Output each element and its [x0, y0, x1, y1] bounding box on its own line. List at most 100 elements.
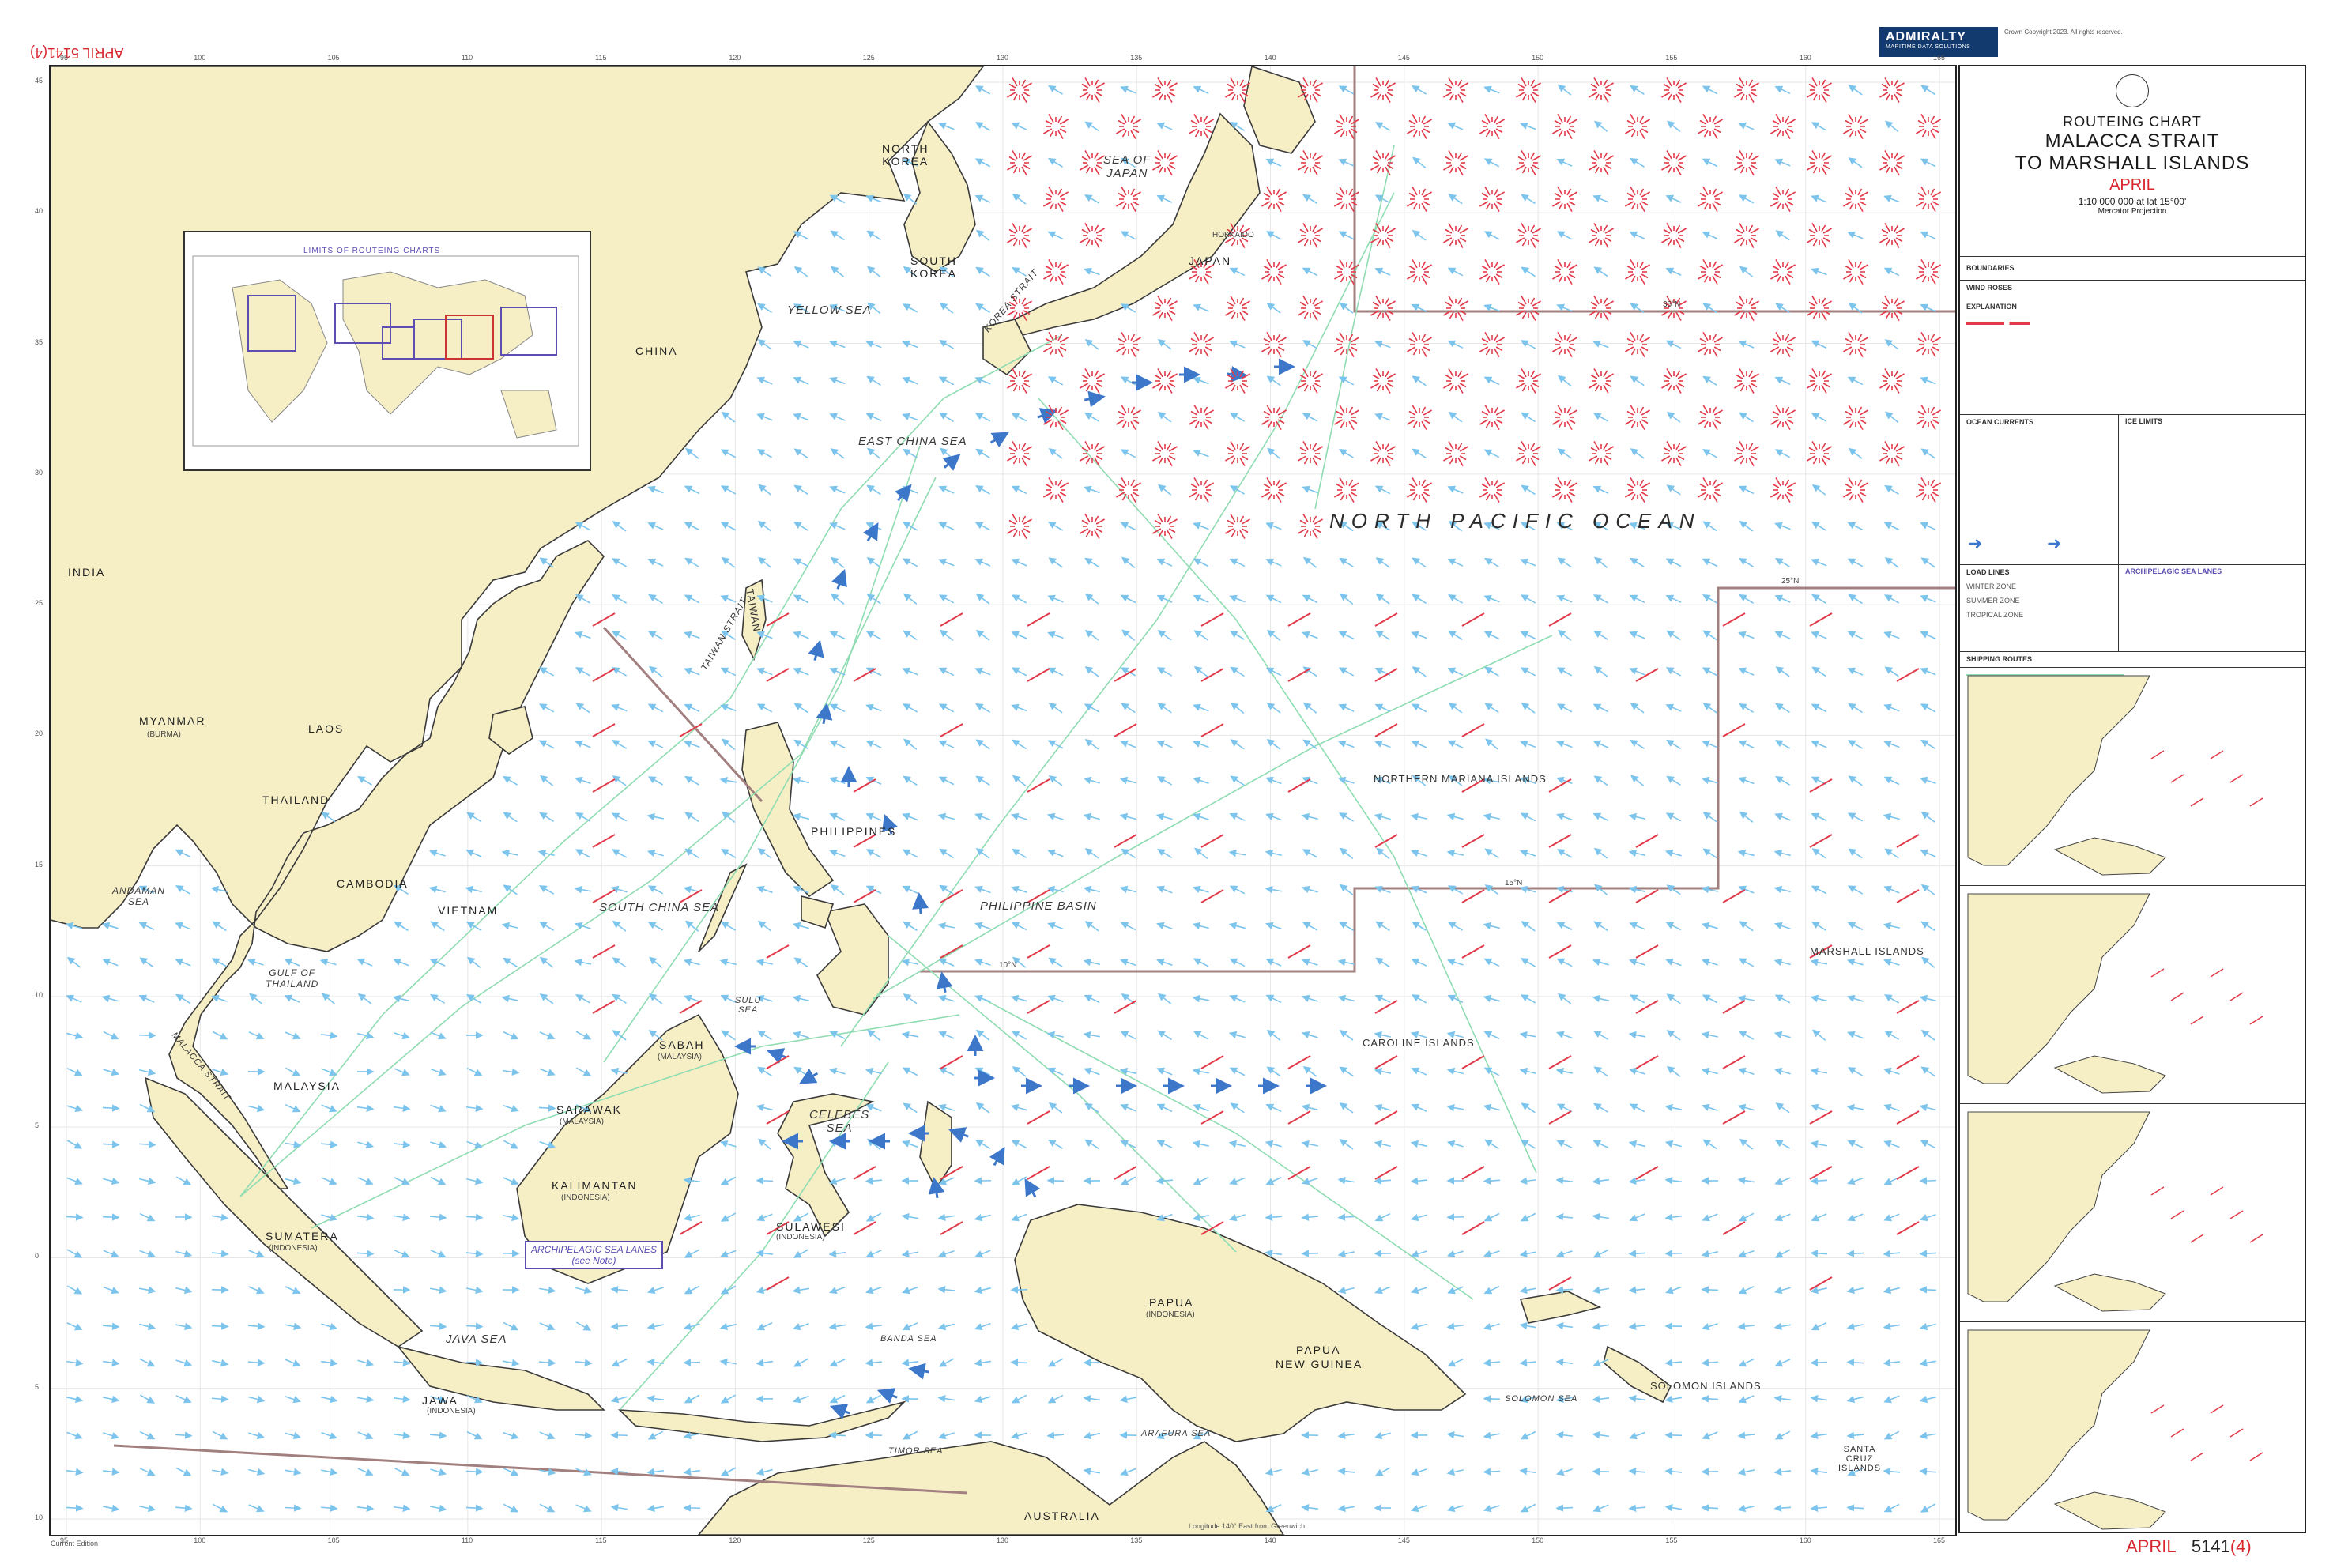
wind-arrow	[974, 1286, 991, 1295]
wind-arrow	[1302, 267, 1318, 277]
wind-arrow	[792, 994, 809, 1003]
wind-arrow	[830, 884, 845, 895]
wind-arrow	[575, 1431, 593, 1439]
wind-arrow	[1883, 631, 1900, 639]
wind-arrow	[138, 1031, 156, 1039]
red-wind-bar	[1287, 668, 1311, 682]
label-malaysia: MALAYSIA	[273, 1080, 341, 1092]
wind-arrow	[247, 1359, 266, 1366]
wind-arrow	[1811, 194, 1827, 203]
wind-arrow	[1084, 339, 1099, 350]
wind-arrow	[1410, 1322, 1427, 1331]
wind-arrow	[1701, 1395, 1719, 1403]
wind-arrow	[611, 703, 628, 712]
wind-arrow	[1811, 885, 1827, 895]
wind-arrow	[756, 1468, 773, 1476]
wind-arrow	[1302, 556, 1317, 568]
wind-arrow	[1483, 594, 1500, 603]
wind-arrow	[1229, 485, 1246, 495]
wind-arrow	[466, 1250, 484, 1257]
boundary-label-35n: 35°N	[1663, 300, 1681, 309]
wind-arrow	[1593, 921, 1608, 932]
legend-current-arrow-2: ➜	[2047, 533, 2062, 553]
wind-arrow	[1011, 922, 1027, 931]
wind-rose	[1225, 368, 1250, 394]
wind-arrow	[430, 1468, 447, 1476]
red-wind-bar	[1635, 1055, 1659, 1069]
wind-arrow	[1592, 740, 1609, 748]
wind-arrow	[610, 1322, 628, 1330]
red-wind-bar	[1548, 944, 1572, 959]
wind-arrow	[1302, 631, 1318, 639]
wind-arrow	[1629, 631, 1645, 639]
wind-arrow	[1265, 522, 1282, 530]
wind-arrow	[1884, 557, 1899, 568]
wind-arrow	[1773, 1322, 1791, 1331]
wind-arrow	[1265, 594, 1282, 604]
wind-arrow	[1848, 447, 1863, 459]
wind-arrow	[793, 266, 808, 277]
wind-rose	[1625, 405, 1650, 430]
wind-arrow	[430, 921, 445, 932]
longitude-tick-label: 140	[1264, 54, 1276, 62]
wind-arrow	[1556, 849, 1573, 858]
wind-arrow	[575, 1504, 592, 1513]
wind-arrow	[793, 957, 808, 968]
wind-rose	[1661, 368, 1687, 394]
wind-arrow	[610, 1431, 628, 1439]
wind-arrow	[937, 922, 955, 930]
wind-arrow	[1628, 1322, 1646, 1330]
wind-arrow	[1773, 1286, 1791, 1295]
wind-rose	[1370, 296, 1396, 321]
wind-arrow	[1811, 812, 1827, 821]
wind-arrow	[1811, 340, 1827, 349]
wind-arrow	[1701, 776, 1718, 785]
wind-arrow	[1010, 812, 1027, 820]
label-australia: AUSTRALIA	[1024, 1510, 1100, 1522]
wind-rose	[1043, 187, 1069, 212]
wind-arrow	[1048, 703, 1063, 714]
wind-arrow	[1555, 1213, 1574, 1221]
wind-arrow	[1883, 1430, 1900, 1440]
wind-arrow	[212, 1213, 229, 1222]
land-solomons	[1603, 1345, 1672, 1404]
wind-arrow	[1702, 703, 1717, 714]
wind-arrow	[575, 812, 591, 822]
wind-rose	[1843, 477, 1868, 503]
wind-arrow	[1556, 594, 1573, 603]
wind-arrow	[865, 1177, 883, 1185]
longitude-tick-label: 125	[862, 54, 875, 62]
wind-rose	[1552, 477, 1577, 503]
wind-arrow	[1884, 848, 1899, 859]
wind-arrow	[1228, 922, 1246, 930]
wind-arrow	[1883, 1359, 1901, 1366]
wind-arrow	[1557, 375, 1572, 386]
red-wind-bar	[1027, 1166, 1050, 1180]
wind-arrow	[1048, 1102, 1063, 1114]
wind-arrow	[175, 958, 191, 967]
wind-rose	[1443, 368, 1468, 394]
wind-arrow	[1666, 630, 1681, 641]
wind-arrow	[683, 1322, 700, 1331]
wind-arrow	[1555, 1321, 1574, 1330]
wind-arrow	[611, 558, 628, 567]
wind-arrow	[1628, 1031, 1645, 1039]
wind-arrow	[1774, 1430, 1791, 1440]
wind-arrow	[466, 1140, 483, 1149]
wind-rose	[1189, 477, 1214, 503]
wind-arrow	[1339, 921, 1354, 931]
wind-rose	[1189, 114, 1214, 139]
wind-arrow	[248, 1504, 265, 1513]
wind-arrow	[66, 1359, 84, 1367]
wind-arrow	[466, 922, 482, 931]
red-wind-bar	[1722, 1055, 1746, 1069]
wind-arrow	[248, 1468, 266, 1476]
wind-arrow	[1048, 775, 1063, 786]
wind-arrow	[1446, 1067, 1464, 1076]
wind-arrow	[902, 413, 918, 421]
red-wind-bar	[853, 1166, 876, 1180]
red-wind-bar	[1548, 1276, 1572, 1291]
wind-arrow	[1483, 449, 1500, 458]
label-north-korea: NORTH KOREA	[882, 142, 929, 168]
wind-arrow	[646, 1468, 665, 1476]
